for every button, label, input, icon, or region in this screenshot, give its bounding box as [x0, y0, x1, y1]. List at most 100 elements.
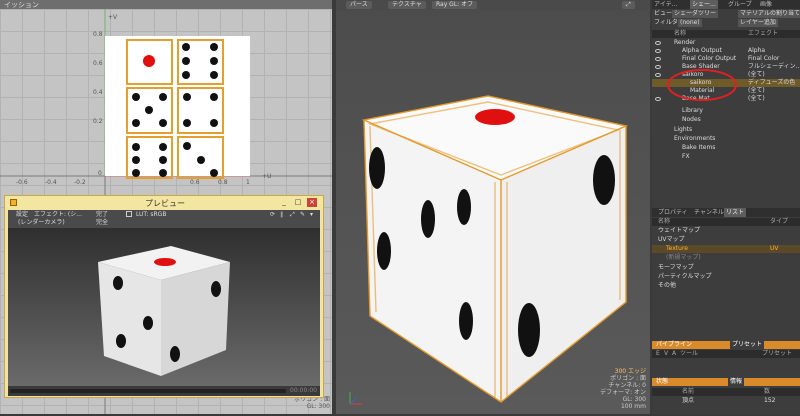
- mid-tabbar: プロパティ チャンネル リスト: [652, 208, 800, 217]
- edge-count: 300 エッジ: [614, 368, 646, 375]
- options-icon[interactable]: ▾: [310, 211, 313, 218]
- render-icon[interactable]: ⟳: [270, 211, 275, 218]
- tree-item[interactable]: FX: [652, 153, 800, 161]
- tab-channels[interactable]: チャンネル: [692, 208, 726, 217]
- camera-dropdown[interactable]: (レンダーカメラ): [18, 219, 65, 226]
- view-label: ビュー: [654, 10, 673, 17]
- raygl-button[interactable]: Ray GL: オフ: [432, 1, 478, 9]
- texture-button[interactable]: テクスチャ: [388, 1, 426, 9]
- eye-icon[interactable]: [655, 49, 661, 53]
- preview-render[interactable]: [8, 228, 320, 386]
- y-tick: 0.4: [93, 89, 103, 96]
- tab-images[interactable]: 画像: [758, 0, 774, 9]
- tree-item[interactable]: Nodes: [652, 116, 800, 124]
- tree-item[interactable]: Bake Items: [652, 144, 800, 152]
- uv-status: ポリゴン : 面 GL: 300: [270, 396, 330, 410]
- tree-item[interactable]: Library: [652, 107, 800, 115]
- eye-icon[interactable]: [655, 73, 661, 77]
- material-assign-button[interactable]: マテリアルの割り当て: [738, 10, 800, 18]
- effect-column-header: エフェクト: [748, 30, 779, 37]
- eye-icon[interactable]: [655, 65, 661, 69]
- gl-count: GL: 300: [622, 396, 646, 403]
- channel-count: チャンネル: 0: [608, 382, 646, 389]
- filter-dropdown[interactable]: (none): [678, 19, 702, 27]
- view-dropdown[interactable]: シェーダツリー: [672, 10, 719, 18]
- list-item[interactable]: パーティクルマップ: [652, 273, 800, 281]
- render-time: 00:00:00: [290, 387, 317, 394]
- effect-dropdown[interactable]: エフェクト: (シ...: [34, 211, 82, 218]
- tab-properties[interactable]: プロパティ: [656, 208, 690, 217]
- list-item[interactable]: ウェイトマップ: [652, 227, 800, 235]
- tab-items[interactable]: アイテ...: [652, 0, 679, 9]
- tab-preset[interactable]: プリセット: [730, 341, 765, 349]
- tab-list[interactable]: リスト: [724, 208, 747, 217]
- maximize-icon[interactable]: □: [293, 198, 303, 207]
- full-dropdown[interactable]: 完全: [96, 219, 108, 226]
- tab-groups[interactable]: グループ: [726, 0, 754, 9]
- axis-gizmo-icon: [349, 392, 362, 405]
- tree-item[interactable]: Lights: [652, 126, 800, 134]
- axis-u-label: +U: [262, 173, 272, 180]
- filter-row: フィルター (none) レイヤー追加: [652, 19, 800, 27]
- info-row[interactable]: 頂点 152: [652, 397, 800, 405]
- viewport-options-icon[interactable]: ⤢: [622, 1, 635, 9]
- tab-shader[interactable]: シェー...: [690, 0, 718, 9]
- eye-icon[interactable]: [655, 57, 661, 61]
- axis-v-label: +V: [108, 14, 118, 21]
- name-column-header: 名称: [674, 30, 687, 37]
- perspective-button[interactable]: パース: [346, 1, 372, 9]
- preview-body: 設定 エフェクト: (シ... 完了 LUT: sRGB (レンダーカメラ) 完…: [8, 210, 320, 396]
- y-tick: 0.6: [93, 60, 103, 67]
- tab-state[interactable]: 状態: [656, 378, 668, 386]
- list-item[interactable]: UVマップ: [652, 236, 800, 244]
- pause-icon[interactable]: ∥: [280, 211, 283, 218]
- x-tick: -0.2: [74, 179, 86, 186]
- preview-titlebar[interactable]: プレビュー _ □ ×: [5, 196, 323, 210]
- y-tick: 0.8: [93, 31, 103, 38]
- tab-pipeline[interactable]: パイプライン: [656, 341, 692, 349]
- list-item[interactable]: (新規マップ): [652, 254, 800, 262]
- pin-icon[interactable]: ✎: [300, 211, 305, 218]
- eye-icon[interactable]: [655, 41, 661, 45]
- tree-item[interactable]: Final Color Output Final Color: [652, 55, 800, 63]
- tree-item[interactable]: Environments: [652, 135, 800, 143]
- close-icon[interactable]: ×: [307, 198, 317, 207]
- complete-button[interactable]: 完了: [96, 211, 108, 218]
- right-panel: アイテ... シェー... グループ 画像 ビュー シェーダツリー マテリアルの…: [652, 0, 800, 414]
- grid-size: 100 mm: [620, 403, 646, 410]
- viewport-toolbar: パース テクスチャ Ray GL: オフ ⤢: [336, 0, 650, 10]
- lut-dropdown[interactable]: LUT: sRGB: [136, 211, 166, 218]
- gl-count-text: GL: 300: [306, 403, 330, 410]
- app-icon: [10, 199, 17, 206]
- tree-item[interactable]: Render: [652, 39, 800, 47]
- lock-icon[interactable]: [126, 211, 132, 217]
- settings-button[interactable]: 設定: [16, 211, 28, 218]
- progress-bar: [10, 389, 286, 393]
- expand-icon[interactable]: ⤢: [290, 211, 295, 218]
- preview-toolbar: 設定 エフェクト: (シ... 完了 LUT: sRGB (レンダーカメラ) 完…: [8, 210, 320, 228]
- tree-item[interactable]: Alpha Output Alpha: [652, 47, 800, 55]
- add-layer-button[interactable]: レイヤー追加: [738, 19, 778, 27]
- preview-dice-image: [98, 246, 230, 376]
- uv-editor-tab[interactable]: イッション: [0, 0, 332, 9]
- preview-window: プレビュー _ □ × 設定 エフェクト: (シ... 完了 LUT: sRGB…: [4, 195, 324, 398]
- list-item-selected[interactable]: Texture UV: [652, 245, 800, 253]
- x-tick: 0.8: [218, 179, 228, 186]
- minimize-icon[interactable]: _: [279, 198, 289, 207]
- polygon-mode: ポリゴン : 面: [610, 375, 646, 382]
- eye-icon[interactable]: [655, 97, 661, 101]
- x-tick: -0.6: [16, 179, 28, 186]
- state-tabbar: 状態 情報: [652, 378, 800, 386]
- list-item[interactable]: その他: [652, 282, 800, 290]
- pipeline-header: E V A ツール プリセット: [652, 350, 800, 358]
- selection-circle: [667, 69, 737, 101]
- 3d-viewport[interactable]: パース テクスチャ Ray GL: オフ ⤢ 300 エッジ ポリゴン: 面 …: [336, 0, 650, 414]
- tab-info[interactable]: 情報: [728, 378, 745, 386]
- list-item[interactable]: モーフマップ: [652, 264, 800, 272]
- deformer-state: デフォーマ: オン: [600, 389, 646, 396]
- preview-progress: 00:00:00: [8, 386, 320, 396]
- preview-title: プレビュー: [145, 199, 185, 208]
- list-type-header: タイプ: [770, 218, 789, 225]
- x-tick: 1: [246, 179, 250, 186]
- list-header: 名称 タイプ: [652, 218, 800, 226]
